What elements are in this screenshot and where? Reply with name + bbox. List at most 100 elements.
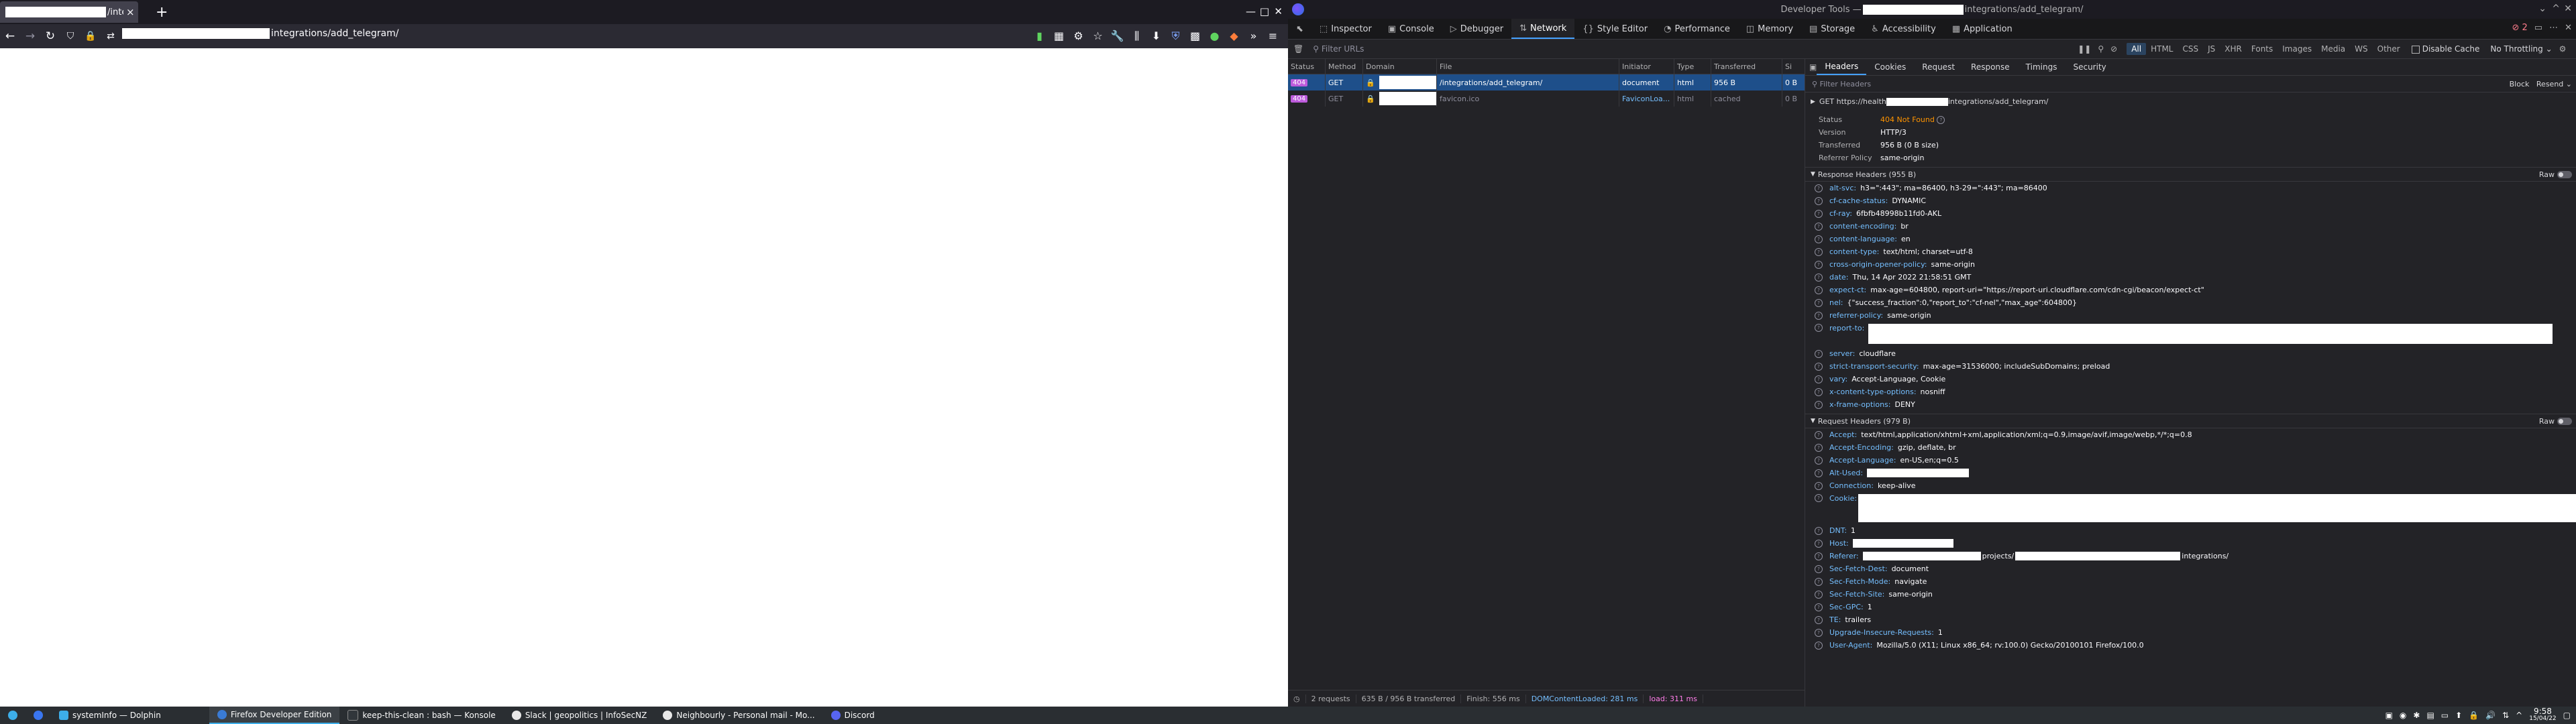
devtools-close-icon[interactable]: ✕ [2564,3,2572,14]
header-row[interactable]: ? cross-origin-opener-policy: same-origin [1805,258,2576,271]
tab-performance[interactable]: ◔ Performance [1656,19,1738,39]
throttling-select[interactable]: No Throttling ⌄ [2490,44,2552,54]
help-icon[interactable]: ? [1815,324,1823,332]
new-tab-button[interactable]: + [156,4,168,21]
header-row[interactable]: ? Sec-GPC: 1 [1805,601,2576,613]
help-icon[interactable]: ? [1815,603,1823,611]
help-icon[interactable]: ? [1815,184,1823,192]
pick-element-icon[interactable]: ⬉ [1288,19,1311,39]
request-headers-section[interactable]: ▼ Request Headers (979 B) Raw [1805,414,2576,428]
show-desktop-icon[interactable]: ▢ [2563,711,2571,720]
star-icon[interactable]: ☆ [1088,29,1108,43]
header-row[interactable]: ? date: Thu, 14 Apr 2022 21:58:51 GMT [1805,271,2576,284]
header-row[interactable]: ? User-Agent: Mozilla/5.0 (X11; Linux x86_… [1805,639,2576,652]
header-row[interactable]: ? Accept-Language: en-US,en;q=0.5 [1805,454,2576,467]
help-icon[interactable]: ? [1815,430,1823,439]
header-row[interactable]: ? Sec-Fetch-Dest: document [1805,562,2576,575]
hamburger-menu-icon[interactable]: ≡ [1263,29,1283,43]
help-icon[interactable]: ? [1815,222,1823,231]
help-icon[interactable]: ? [1815,628,1823,637]
taskbar-item-discord[interactable]: Discord [823,707,883,724]
header-row[interactable]: ? alt-svc: h3=":443"; ma=86400, h3-29=":44… [1805,182,2576,194]
help-icon[interactable]: ? [1815,235,1823,243]
help-icon[interactable]: ? [1815,209,1823,218]
download-icon[interactable]: ⬇ [1146,29,1166,43]
tray-lock-icon[interactable]: 🔒 [2469,711,2479,720]
tab-debugger[interactable]: ▷ Debugger [1442,19,1511,39]
green-extension-icon[interactable]: ● [1205,29,1224,43]
help-icon[interactable]: ? [1937,115,1945,124]
more-options-icon[interactable]: ⋯ [2549,23,2558,33]
column-domain[interactable]: Domain [1363,59,1437,74]
tab-storage[interactable]: ▤ Storage [1801,19,1863,39]
filter-all[interactable]: All [2127,43,2147,55]
app-launcher-icon[interactable] [0,707,25,724]
help-icon[interactable]: ? [1815,615,1823,624]
tab-request[interactable]: Request [1914,59,1963,75]
trash-icon[interactable]: 🗑 [1293,44,1303,54]
block-button[interactable]: Block [2510,80,2530,88]
help-icon[interactable]: ? [1815,526,1823,535]
tab-memory[interactable]: ◫ Memory [1738,19,1801,39]
devtools-minimize-icon[interactable]: ⌄ [2538,3,2546,14]
taskbar-item-slack[interactable]: Slack | geopolitics | InfoSecNZ [504,707,655,724]
help-icon[interactable]: ? [1815,552,1823,560]
tray-discord-icon[interactable]: ◉ [2400,711,2406,720]
help-icon[interactable]: ? [1815,286,1823,294]
expand-triangle-icon[interactable]: ▶ [1811,99,1815,105]
help-icon[interactable]: ? [1815,387,1823,396]
block-icon[interactable]: ⊘ [2110,44,2117,54]
brave-extension-icon[interactable]: ◆ [1224,29,1244,43]
back-icon[interactable]: ← [0,29,20,43]
header-row[interactable]: ? expect-ct: max-age=604800, report-uri="h… [1805,284,2576,296]
column-file[interactable]: File [1437,59,1619,74]
tools-icon[interactable]: 🔧 [1108,29,1127,43]
forward-icon[interactable]: → [20,29,40,43]
url-bar[interactable]: integrations/add_telegram/ [122,28,398,39]
header-row[interactable]: ? DNT: 1 [1805,524,2576,537]
raw-toggle[interactable]: Raw [2539,417,2572,426]
tab-inspector[interactable]: ⬚ Inspector [1311,19,1380,39]
column-status[interactable]: Status [1288,59,1326,74]
lock-icon[interactable]: 🔒 [80,31,101,42]
header-row[interactable]: ? Referer: projects/integrations/ [1805,550,2576,562]
header-row[interactable]: ? Upgrade-Insecure-Requests: 1 [1805,626,2576,639]
volume-icon[interactable]: 🔊 [2485,711,2496,720]
header-row[interactable]: ? Cookie: [1805,492,2576,524]
browser-tab[interactable]: /inte × [0,1,138,23]
search-icon[interactable]: ⚲ [2098,44,2104,54]
filter-css[interactable]: CSS [2178,43,2204,55]
tab-security[interactable]: Security [2065,59,2114,75]
pause-icon[interactable]: ❚❚ [2078,44,2091,54]
column-type[interactable]: Type [1674,59,1711,74]
grid2-extension-icon[interactable]: ▩ [1185,29,1205,43]
tab-headers[interactable]: Headers [1817,59,1867,75]
tab-accessibility[interactable]: ♿ Accessibility [1863,19,1944,39]
help-icon[interactable]: ? [1815,494,1823,502]
minimize-icon[interactable]: — [1246,5,1256,17]
tray-updates-icon[interactable]: ⬆ [2455,711,2462,720]
extension-shield-icon[interactable]: ⛨ [1166,29,1185,43]
help-icon[interactable]: ? [1815,349,1823,358]
overflow-icon[interactable]: » [1244,29,1263,43]
filter-js[interactable]: JS [2203,43,2220,55]
header-row[interactable]: ? server: cloudflare [1805,347,2576,360]
tray-expand-icon[interactable]: ^ [2516,711,2522,720]
header-row[interactable]: ? content-encoding: br [1805,220,2576,233]
filter-headers-input[interactable]: ⚲ Filter Headers [1812,80,1871,88]
close-window-icon[interactable]: ✕ [1274,5,1283,17]
maximize-icon[interactable]: □ [1260,5,1269,17]
help-icon[interactable]: ? [1815,247,1823,256]
shield-icon[interactable]: ⛉ [60,31,80,42]
help-icon[interactable]: ? [1815,260,1823,269]
header-row[interactable]: ? Alt-Used: [1805,467,2576,479]
help-icon[interactable]: ? [1815,362,1823,371]
column-size[interactable]: Si [1782,59,1805,74]
filter-fonts[interactable]: Fonts [2247,43,2277,55]
network-settings-icon[interactable]: ⚙ [2559,44,2567,54]
resend-button[interactable]: Resend ⌄ [2536,80,2572,88]
help-icon[interactable]: ? [1815,539,1823,548]
tray-devices-icon[interactable]: ▭ [2441,711,2449,720]
column-method[interactable]: Method [1326,59,1363,74]
reload-icon[interactable]: ↻ [40,29,60,43]
